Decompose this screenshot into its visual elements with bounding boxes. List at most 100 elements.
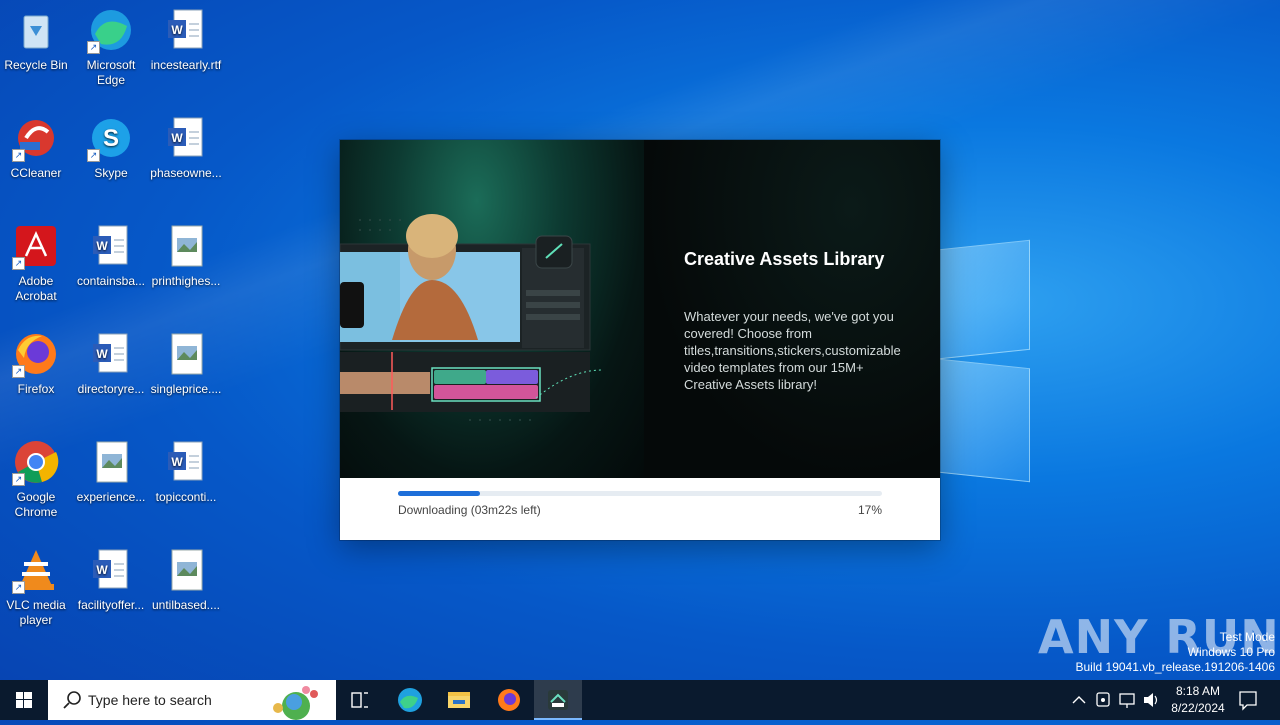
shortcut-arrow-icon: ↗ [12,257,25,270]
start-button[interactable] [0,680,48,720]
svg-text:W: W [96,347,108,361]
progress-track [398,491,882,496]
clock-time: 8:18 AM [1175,684,1221,698]
firefox-icon [498,689,520,711]
desktop-icon[interactable]: printhighes... [148,222,224,289]
desktop-icon-label: singleprice.... [150,382,222,396]
edge-icon: ↗ [87,6,135,54]
desktop-icon-label: directoryre... [77,382,145,396]
windows-logo-wallpaper [930,235,1030,485]
desktop-icon-label: phaseowne... [150,166,222,180]
desktop-icon[interactable]: Recycle Bin [0,6,74,73]
desktop-icon[interactable]: Wtopicconti... [148,438,224,505]
desktop-icon[interactable]: ↗ Microsoft Edge [73,6,149,88]
desktop-icon[interactable]: Wincestearly.rtf [148,6,224,73]
editor-preview-image [340,140,644,478]
feature-description: Whatever your needs, we've got you cover… [684,309,901,392]
desktop-icon[interactable]: Wphaseowne... [148,114,224,181]
desktop-icon-label: containsba... [76,274,146,288]
shortcut-arrow-icon: ↗ [87,41,100,54]
word-doc-icon: W [87,222,135,270]
progress-fill [398,491,481,496]
desktop-icon[interactable]: experience... [73,438,149,505]
shortcut-arrow-icon: ↗ [12,581,25,594]
taskbar-file-explorer[interactable] [435,680,483,720]
search-highlight-icon [273,686,318,720]
show-hidden-icons-button[interactable] [1068,680,1090,720]
ccleaner-icon: ↗ [12,114,60,162]
chrome-icon: ↗ [12,438,60,486]
desktop-icon[interactable]: untilbased.... [148,546,224,613]
feature-title: Creative Assets Library [684,249,885,269]
test-mode-watermark: Test Mode Windows 10 Pro Build 19041.vb_… [1076,630,1276,675]
download-status: Downloading (03m22s left) [398,503,541,517]
taskbar-edge[interactable] [386,680,434,720]
word-doc-icon: W [162,114,210,162]
taskbar: Type here to search 8:18 AM 8/22/2024 [0,680,1280,720]
taskbar-firefox[interactable] [485,680,533,720]
edge-icon [398,688,422,712]
word-doc-icon: W [162,6,210,54]
desktop-icon-label: facilityoffer... [77,598,145,612]
taskbar-clock[interactable]: 8:18 AM 8/22/2024 [1160,683,1236,717]
desktop-icon-label: topicconti... [155,490,217,504]
word-doc-icon: W [87,330,135,378]
desktop-icon[interactable]: ↗ VLC media player [0,546,74,628]
desktop-icon-label: experience... [76,490,146,504]
desktop-icon-label: Skype [94,166,128,180]
desktop-icon[interactable]: Wfacilityoffer... [73,546,149,613]
search-placeholder: Type here to search [88,692,212,708]
firefox-icon: ↗ [12,330,60,378]
svg-text:W: W [171,131,183,145]
desktop-icon-label: VLC media player [6,598,66,627]
device-icon [1096,692,1110,707]
download-percent: 17% [857,503,882,517]
desktop-icon-label: CCleaner [10,166,62,180]
clock-date: 8/22/2024 [1171,701,1225,715]
watermark-line-3: Build 19041.vb_release.191206-1406 [1075,660,1276,674]
vlc-icon: ↗ [12,546,60,594]
download-progress-panel: Downloading (03m22s left) 17% [340,478,940,540]
installer-app-icon [548,690,568,710]
desktop-icon[interactable]: ↗ Adobe Acrobat [0,222,74,304]
taskbar-search-box[interactable]: Type here to search [48,680,336,720]
desktop-icon-label: printhighes... [151,274,221,288]
desktop-icon-label: Recycle Bin [4,58,68,72]
desktop-icon[interactable]: singleprice.... [148,330,224,397]
network-icon [1119,693,1135,708]
desktop-icon[interactable]: ↗ Google Chrome [0,438,74,520]
svg-text:S: S [103,125,119,152]
shortcut-arrow-icon: ↗ [12,473,25,486]
desktop-icon[interactable]: Wcontainsba... [73,222,149,289]
network-button[interactable] [1116,680,1138,720]
chevron-up-icon [1072,696,1086,704]
svg-text:W: W [171,455,183,469]
desktop-icon-label: Microsoft Edge [86,58,136,87]
windows-start-icon [16,692,32,708]
word-doc-icon: W [87,546,135,594]
image-file-icon [162,330,210,378]
desktop-icon-label: Adobe Acrobat [15,274,57,303]
desktop-icon[interactable]: ↗ CCleaner [0,114,74,181]
action-center-button[interactable] [1236,680,1260,720]
image-file-icon [87,438,135,486]
desktop-icon-label: Google Chrome [14,490,58,519]
desktop-icon-label: Firefox [17,382,55,396]
desktop-icon[interactable]: Wdirectoryre... [73,330,149,397]
skype-icon: S ↗ [87,114,135,162]
image-file-icon [162,546,210,594]
desktop-icon-label: incestearly.rtf [150,58,222,72]
desktop-icon[interactable]: S ↗ Skype [73,114,149,181]
installer-dialog[interactable]: Creative Assets Library Whatever your ne… [340,140,940,540]
speaker-icon [1144,693,1158,707]
desktop-icon[interactable]: ↗ Firefox [0,330,74,397]
notification-icon [1239,691,1257,711]
taskbar-installer-app[interactable] [534,680,582,720]
task-view-button[interactable] [336,680,384,720]
volume-button[interactable] [1140,680,1162,720]
shortcut-arrow-icon: ↗ [87,149,100,162]
watermark-line-1: Test Mode [1219,630,1275,644]
watermark-line-2: Windows 10 Pro [1187,645,1275,659]
shortcut-arrow-icon: ↗ [12,365,25,378]
tray-device-icon-button[interactable] [1092,680,1114,720]
